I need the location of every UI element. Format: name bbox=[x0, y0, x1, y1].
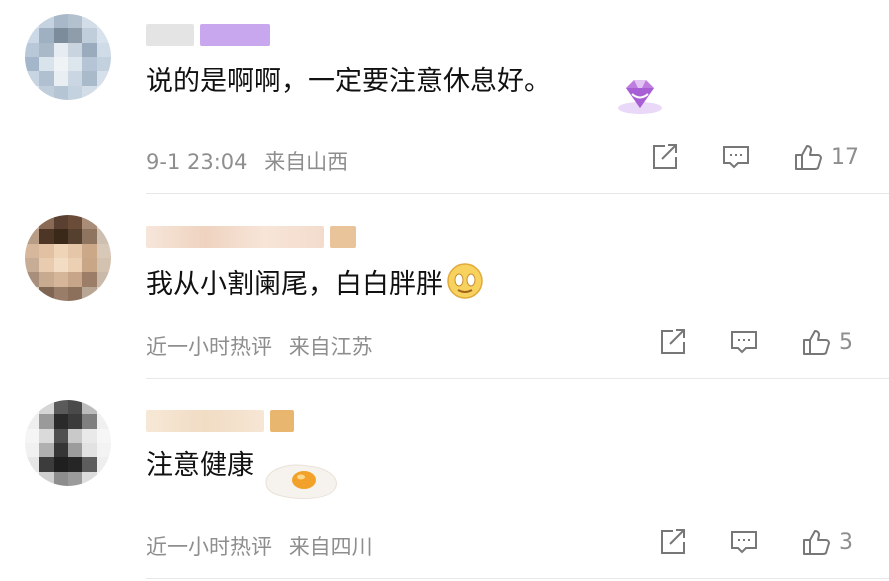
thumbs-up-icon bbox=[795, 145, 822, 170]
comment-time: 9-1 23:04 bbox=[146, 150, 248, 174]
comment-time: 近一小时热评 bbox=[146, 535, 272, 559]
avatar[interactable] bbox=[25, 400, 111, 486]
comment-actions: 5 bbox=[657, 327, 859, 357]
comment-time: 近一小时热评 bbox=[146, 335, 272, 359]
share-icon bbox=[653, 144, 677, 169]
like-count: 3 bbox=[839, 529, 853, 555]
avatar[interactable] bbox=[25, 14, 111, 100]
like-count: 5 bbox=[839, 329, 853, 355]
thumbs-up-icon bbox=[803, 330, 830, 355]
comment-meta: 近一小时热评 来自江苏 bbox=[146, 331, 373, 361]
divider bbox=[146, 578, 889, 579]
diamond-icon bbox=[618, 80, 662, 114]
fried-egg-emoji-icon bbox=[265, 464, 337, 499]
comment-actions: 3 bbox=[657, 527, 859, 557]
like-count: 17 bbox=[831, 144, 859, 170]
comment-text: 注意健康 bbox=[146, 446, 344, 504]
thumbs-up-icon bbox=[803, 530, 830, 555]
comment-meta: 近一小时热评 来自四川 bbox=[146, 531, 373, 561]
like-button[interactable]: 5 bbox=[801, 327, 859, 357]
comment-text: 我从小割阑尾，白白胖胖 bbox=[146, 261, 485, 305]
divider bbox=[146, 193, 889, 194]
share-icon bbox=[661, 329, 685, 354]
username[interactable] bbox=[146, 224, 356, 250]
comment-icon bbox=[731, 331, 757, 354]
comment-item: 注意健康 近一小时热评 来自四川 3 bbox=[0, 380, 889, 581]
comment-text: 说的是啊啊，一定要注意休息好。 bbox=[146, 66, 551, 97]
comment-meta: 9-1 23:04 来自山西 bbox=[146, 146, 348, 176]
comment-location: 来自四川 bbox=[288, 535, 373, 559]
share-button[interactable] bbox=[657, 327, 687, 357]
divider bbox=[146, 378, 889, 379]
username[interactable] bbox=[146, 22, 270, 48]
avatar[interactable] bbox=[25, 215, 111, 301]
comment-item: 我从小割阑尾，白白胖胖 近一小时热评 来自江苏 5 bbox=[0, 195, 889, 380]
share-button[interactable] bbox=[649, 142, 679, 172]
share-icon bbox=[661, 529, 685, 554]
comment-icon bbox=[723, 146, 749, 169]
comment-icon bbox=[731, 531, 757, 554]
comment-location: 来自江苏 bbox=[288, 335, 373, 359]
comment-location: 来自山西 bbox=[264, 150, 349, 174]
comment-item: 说的是啊啊，一定要注意休息好。 9-1 23:04 来自山西 17 bbox=[0, 0, 889, 195]
reply-button[interactable] bbox=[721, 142, 751, 172]
like-button[interactable]: 17 bbox=[793, 142, 859, 172]
reply-button[interactable] bbox=[729, 327, 759, 357]
reply-button[interactable] bbox=[729, 527, 759, 557]
share-button[interactable] bbox=[657, 527, 687, 557]
comment-actions: 17 bbox=[649, 142, 859, 172]
smiley-emoji-icon bbox=[447, 263, 483, 299]
username[interactable] bbox=[146, 408, 294, 434]
like-button[interactable]: 3 bbox=[801, 527, 859, 557]
